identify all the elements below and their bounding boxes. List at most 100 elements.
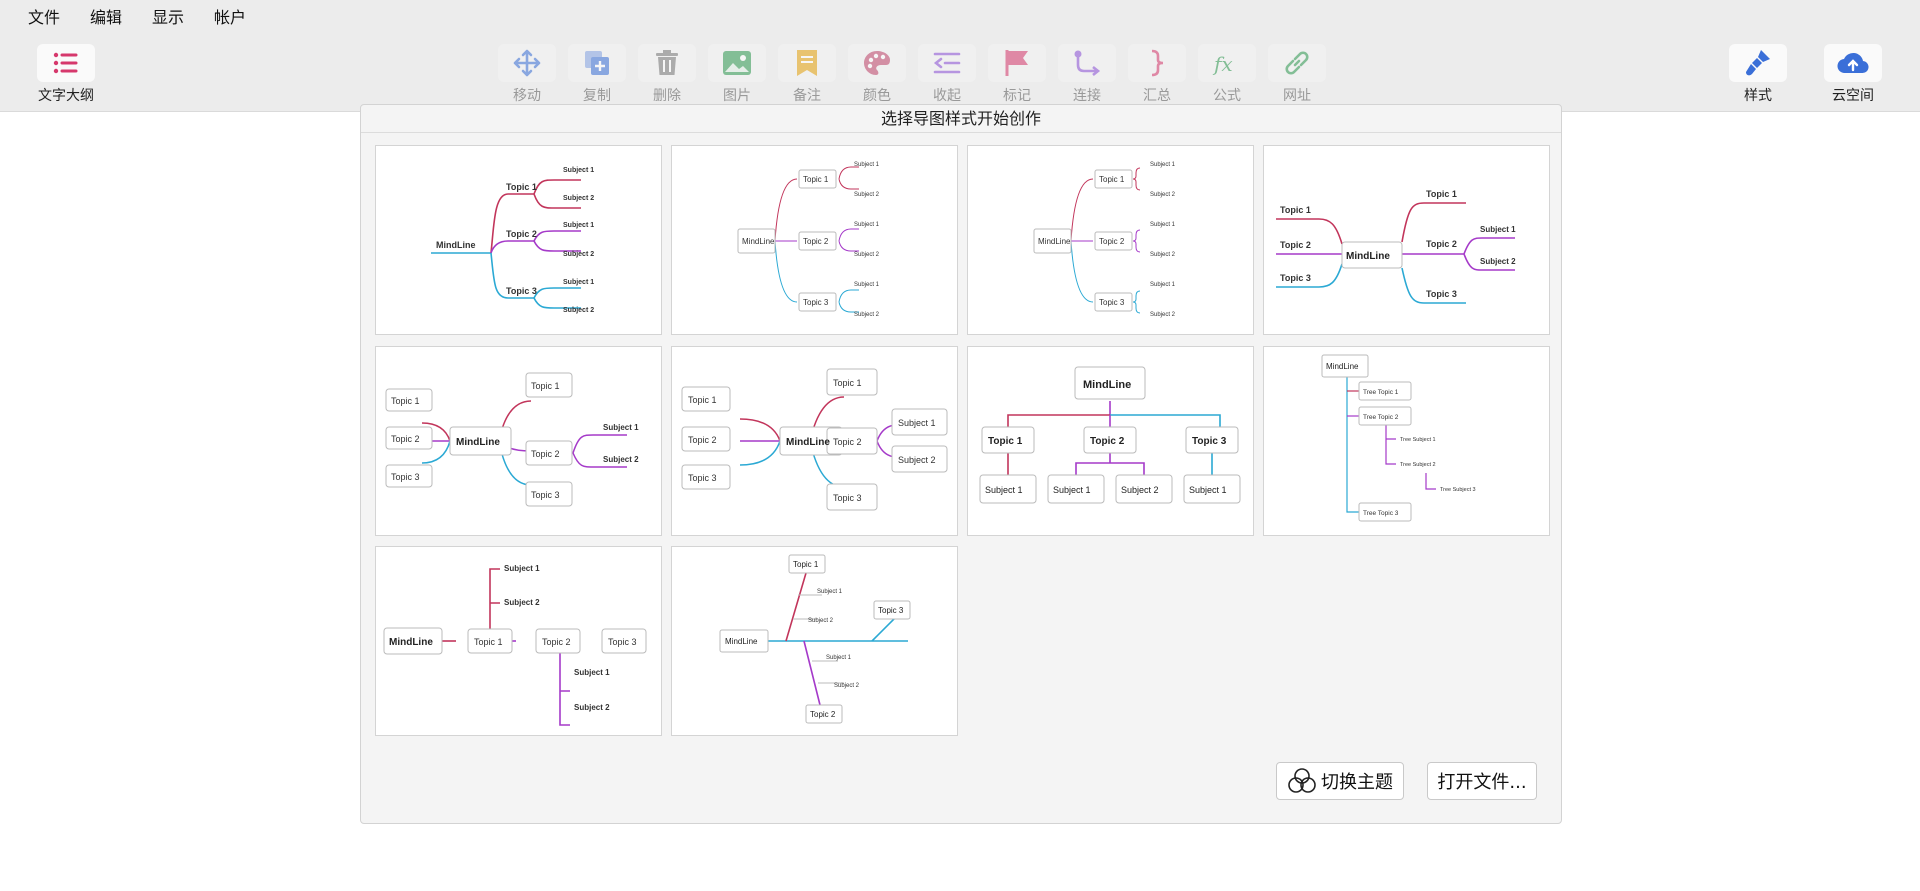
style-button[interactable]: 样式	[1729, 44, 1787, 105]
subject-label: Subject 2	[1150, 252, 1176, 258]
menu-file[interactable]: 文件	[28, 4, 60, 28]
subject-label: Subject 2	[563, 195, 594, 202]
menu-edit[interactable]: 编辑	[90, 4, 122, 28]
template-card-2[interactable]: MindLine Topic 1 Topic 2 Topic 3 Subject…	[671, 145, 958, 335]
subject-label: Subject 2	[1121, 485, 1159, 495]
formula-icon: fx	[1198, 44, 1256, 82]
template-card-5[interactable]: MindLine Topic 1 Topic 2 Topic 3 Topic 1…	[375, 346, 662, 536]
subject-label: Subject 2	[1150, 192, 1176, 198]
cloud-button[interactable]: 云空间	[1824, 44, 1882, 105]
tool-copy[interactable]: 复制	[568, 44, 626, 105]
brush-icon	[1729, 44, 1787, 82]
outline-button[interactable]: 文字大纲	[37, 44, 95, 105]
subject-label: Subject 2	[563, 251, 594, 258]
cloud-upload-icon	[1824, 44, 1882, 82]
topic-label: Topic 2	[833, 437, 862, 447]
subject-label: Subject 2	[808, 618, 834, 624]
menu-view[interactable]: 显示	[152, 4, 184, 28]
switch-theme-label: 切换主题	[1321, 772, 1393, 793]
flag-icon	[988, 44, 1046, 82]
menu-account[interactable]: 帐户	[214, 4, 246, 28]
list-icon	[37, 44, 95, 82]
tool-link[interactable]: 网址	[1268, 44, 1326, 105]
topic-label: Tree Topic 1	[1363, 389, 1399, 396]
subject-label: Subject 2	[854, 192, 880, 198]
template-card-7[interactable]: MindLine Topic 1 Topic 2 Topic 3 Subject…	[967, 346, 1254, 536]
tool-formula-label: 公式	[1213, 88, 1241, 104]
topic-label: Topic 2	[810, 710, 836, 719]
template-preview-3: MindLine Topic 1 Topic 2 Topic 3 Subject…	[1033, 162, 1176, 318]
root-label: MindLine	[1083, 379, 1131, 391]
topic-label: Topic 2	[803, 237, 829, 246]
topic-label: Topic 1	[531, 381, 560, 391]
subject-label: Subject 2	[854, 252, 880, 258]
tool-collapse-label: 收起	[933, 88, 961, 104]
tool-move-label: 移动	[513, 88, 541, 104]
template-card-4[interactable]: MindLine Topic 1 Topic 2 Topic 3 Topic 1…	[1263, 145, 1550, 335]
tool-mark[interactable]: 标记	[988, 44, 1046, 105]
tool-move[interactable]: 移动	[498, 44, 556, 105]
template-card-1[interactable]: MindLine Topic 1 Topic 2 Topic 3 Subject…	[375, 145, 662, 335]
menu-bar: 文件 编辑 显示 帐户	[0, 0, 1920, 32]
tool-summary[interactable]: 汇总	[1128, 44, 1186, 105]
subject-label: Subject 1	[574, 668, 610, 677]
template-preview-6: MindLine Topic 1 Topic 2 Topic 3 Topic 1…	[681, 368, 948, 511]
topic-label: Topic 3	[688, 473, 717, 483]
topic-label: Topic 3	[1426, 289, 1457, 299]
move-icon	[498, 44, 556, 82]
toolbar: 文字大纲 移动 复制 删除 图片 备注 颜色 收起 标记 连接 汇总 fx 公式…	[0, 32, 1920, 112]
tool-note[interactable]: 备注	[778, 44, 836, 105]
cloud-label: 云空间	[1832, 88, 1874, 104]
subject-label: Subject 1	[563, 167, 594, 174]
svg-text:fx: fx	[1212, 52, 1233, 76]
template-card-8[interactable]: MindLine Tree Topic 1 Tree Topic 2 Tree …	[1263, 346, 1550, 536]
tool-color[interactable]: 颜色	[848, 44, 906, 105]
root-label: MindLine	[1326, 362, 1359, 371]
subject-label: Subject 2	[1150, 312, 1176, 318]
template-preview-10: MindLine Topic 1 Topic 2 Topic 3 Subject…	[719, 554, 911, 724]
subject-label: Subject 1	[985, 485, 1023, 495]
topic-label: Topic 3	[391, 472, 420, 482]
tool-image[interactable]: 图片	[708, 44, 766, 105]
tool-image-label: 图片	[723, 88, 751, 104]
topic-label: Topic 1	[688, 395, 717, 405]
subject-label: Subject 2	[603, 455, 639, 464]
topic-label: Topic 1	[803, 175, 829, 184]
tool-collapse[interactable]: 收起	[918, 44, 976, 105]
topic-label: Topic 2	[1280, 240, 1311, 250]
template-card-10[interactable]: MindLine Topic 1 Topic 2 Topic 3 Subject…	[671, 546, 958, 736]
topic-label: Tree Topic 2	[1363, 414, 1399, 421]
root-label: MindLine	[1346, 251, 1390, 262]
subject-label: Subject 2	[898, 455, 936, 465]
tool-formula[interactable]: fx 公式	[1198, 44, 1256, 105]
topic-label: Topic 3	[1099, 298, 1125, 307]
topic-label: Topic 1	[1280, 205, 1311, 215]
subject-label: Subject 1	[854, 162, 880, 168]
template-card-3[interactable]: MindLine Topic 1 Topic 2 Topic 3 Subject…	[967, 145, 1254, 335]
template-card-6[interactable]: MindLine Topic 1 Topic 2 Topic 3 Topic 1…	[671, 346, 958, 536]
tool-connect[interactable]: 连接	[1058, 44, 1116, 105]
topic-label: Topic 2	[1099, 237, 1125, 246]
topic-label: Topic 3	[833, 493, 862, 503]
topic-label: Topic 2	[542, 637, 571, 647]
topic-label: Topic 3	[878, 606, 904, 615]
topic-label: Topic 1	[1426, 189, 1457, 199]
switch-theme-button[interactable]: 切换主题	[1276, 762, 1404, 800]
root-label: MindLine	[1038, 237, 1071, 246]
open-file-label: 打开文件...	[1437, 772, 1527, 793]
template-card-9[interactable]: MindLine Topic 1 Topic 2 Topic 3 Subject…	[375, 546, 662, 736]
topic-label: Topic 2	[506, 229, 537, 239]
open-file-button[interactable]: 打开文件...	[1427, 762, 1537, 800]
subject-label: Subject 1	[898, 418, 936, 428]
tool-delete[interactable]: 删除	[638, 44, 696, 105]
topic-label: Topic 3	[803, 298, 829, 307]
subject-label: Subject 1	[1150, 282, 1176, 288]
tool-color-label: 颜色	[863, 88, 891, 104]
theme-icon	[1288, 768, 1316, 793]
subject-label: Tree Subject 2	[1400, 462, 1436, 468]
topic-label: Topic 2	[391, 434, 420, 444]
tool-copy-label: 复制	[583, 88, 611, 104]
subject-label: Subject 1	[817, 589, 843, 595]
trash-icon	[638, 44, 696, 82]
topic-label: Topic 3	[1280, 273, 1311, 283]
